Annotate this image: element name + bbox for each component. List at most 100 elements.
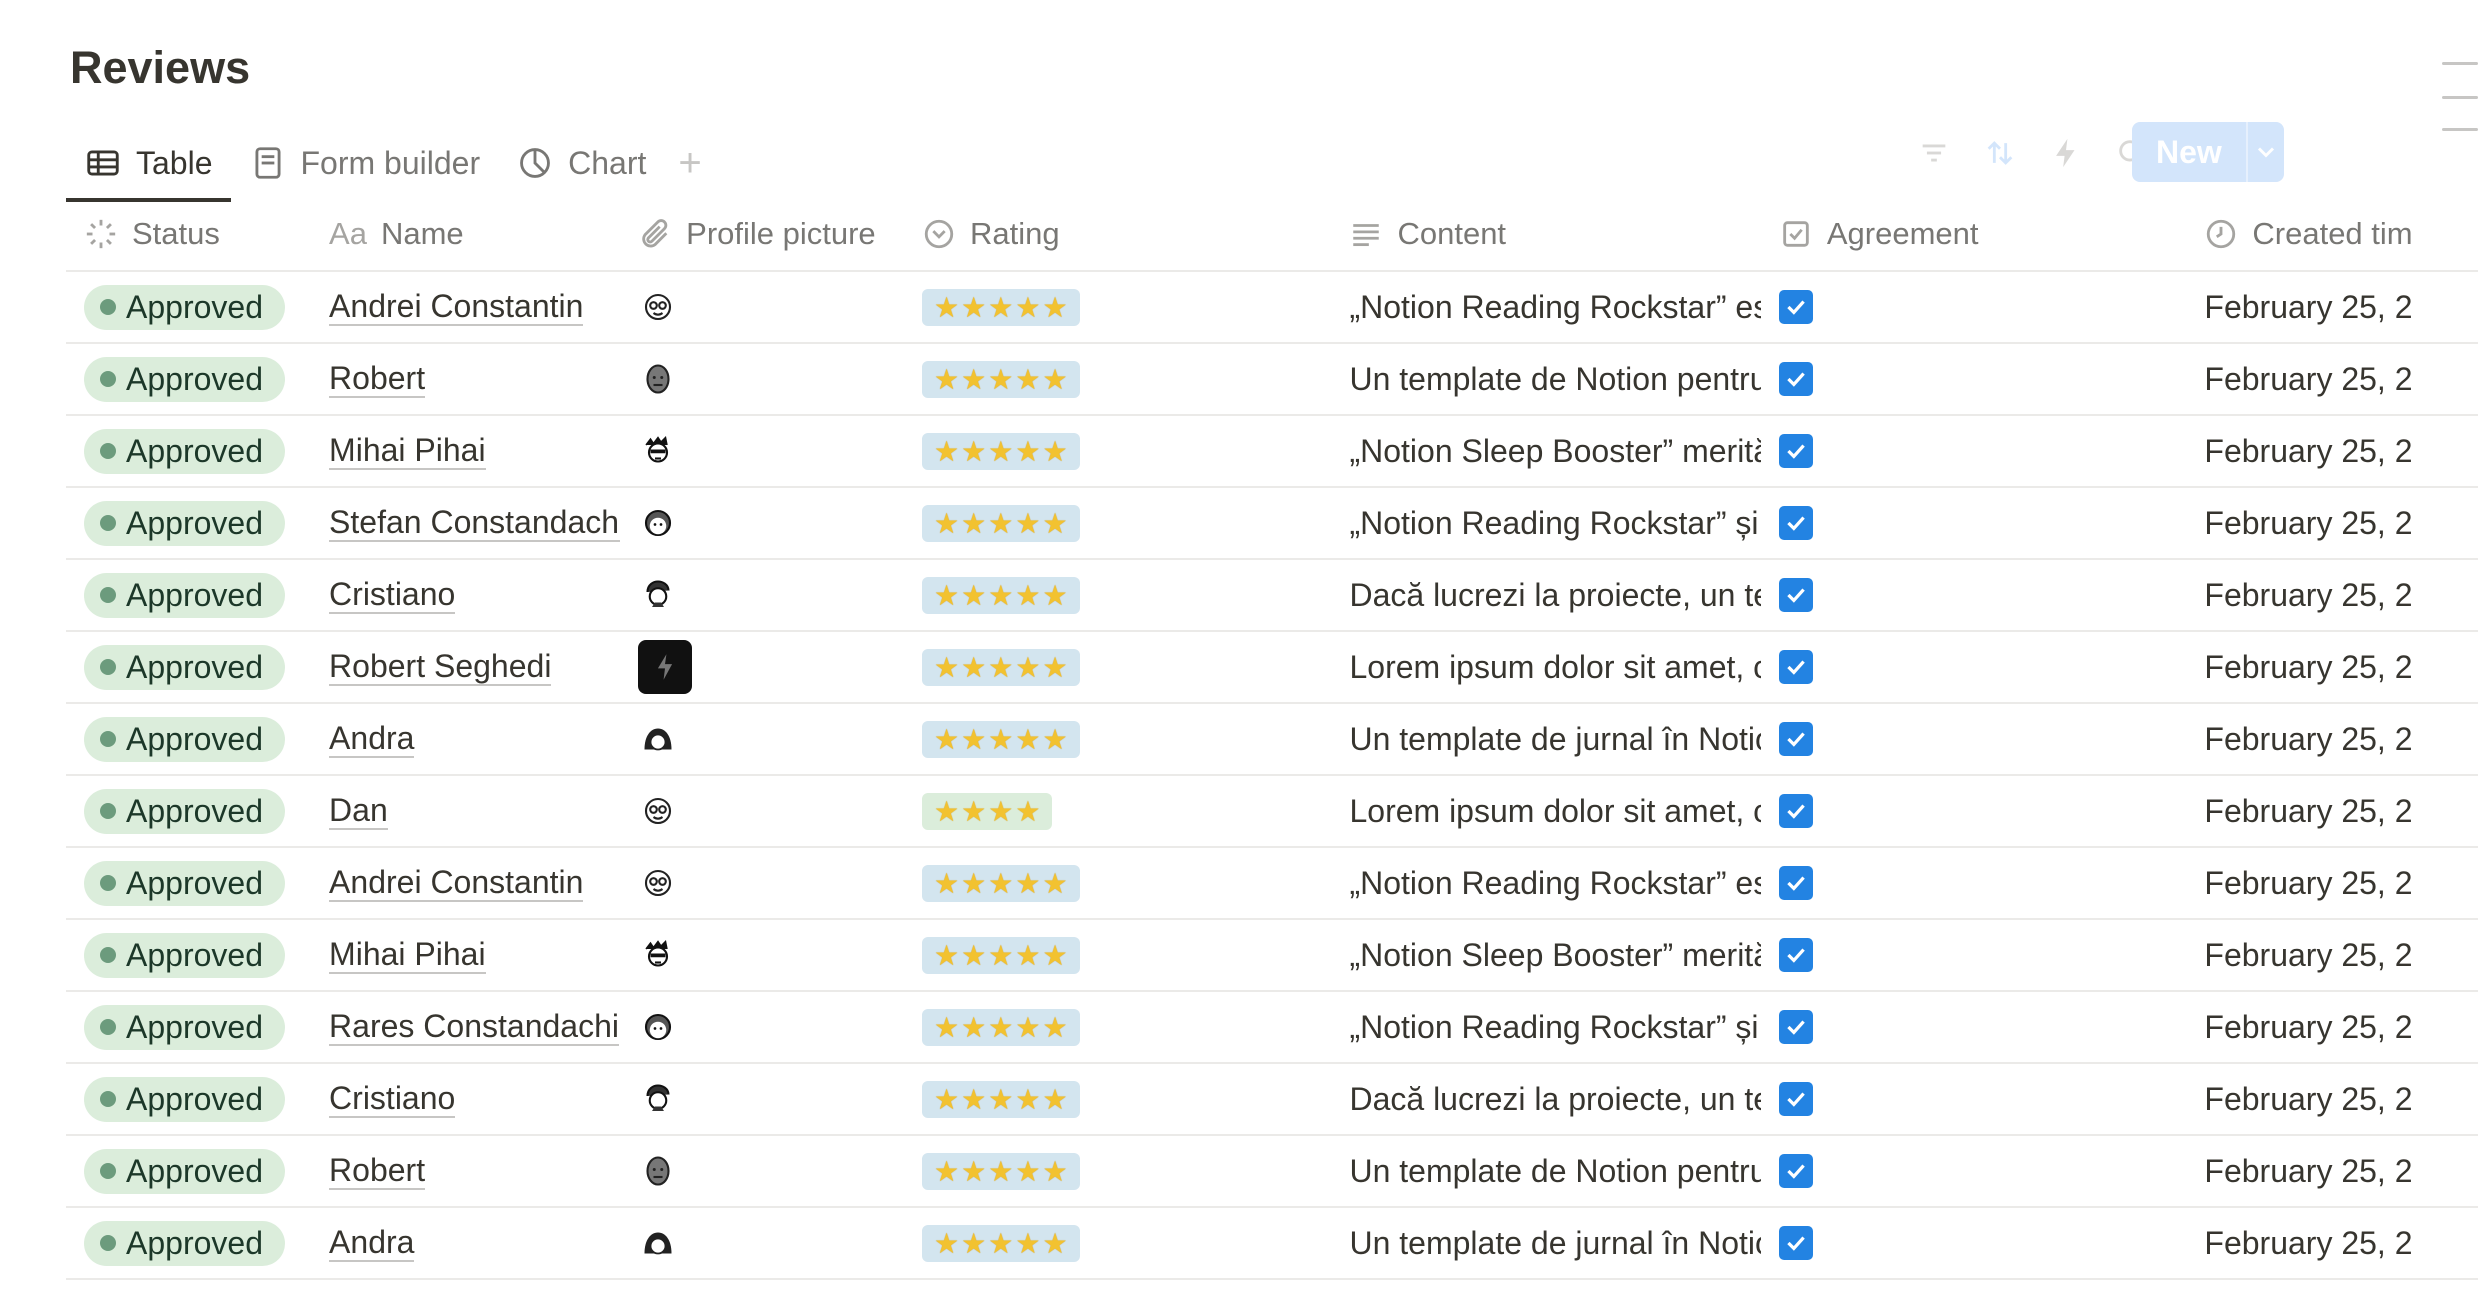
- rating-cell[interactable]: ★ ★ ★ ★ ★: [904, 920, 1331, 990]
- agreement-cell[interactable]: [1761, 416, 2187, 486]
- created-time-cell[interactable]: February 25, 2: [2186, 992, 2478, 1062]
- avatar-bald-icon[interactable]: [638, 359, 678, 399]
- status-cell[interactable]: Approved: [66, 488, 311, 558]
- status-cell[interactable]: Approved: [66, 272, 311, 342]
- status-cell[interactable]: Approved: [66, 344, 311, 414]
- created-time-cell[interactable]: February 25, 2: [2186, 704, 2478, 774]
- agreement-checkbox[interactable]: [1778, 1226, 1813, 1260]
- profile-picture-cell[interactable]: [620, 632, 904, 702]
- status-cell[interactable]: Approved: [66, 704, 311, 774]
- avatar-glasses-icon[interactable]: [638, 287, 678, 327]
- agreement-cell[interactable]: [1761, 848, 2187, 918]
- status-cell[interactable]: Approved: [66, 416, 311, 486]
- column-header-profile-picture[interactable]: Profile picture: [620, 198, 904, 270]
- table-row[interactable]: Approved Andra ★ ★ ★ ★ ★ Un template de jurnal …: [66, 1208, 2478, 1280]
- agreement-checkbox[interactable]: [1778, 938, 1813, 972]
- avatar-spiky-icon[interactable]: [638, 431, 678, 471]
- created-time-cell[interactable]: February 25, 2: [2186, 416, 2478, 486]
- reviewer-name[interactable]: Dan: [329, 792, 388, 830]
- agreement-cell[interactable]: [1761, 488, 2187, 558]
- content-cell[interactable]: Lorem ipsum dolor sit amet, c: [1331, 776, 1760, 846]
- status-cell[interactable]: Approved: [66, 1064, 311, 1134]
- rating-cell[interactable]: ★ ★ ★ ★ ★: [904, 992, 1331, 1062]
- name-cell[interactable]: Andra: [311, 704, 620, 774]
- reviewer-name[interactable]: Mihai Pihai: [329, 936, 486, 974]
- profile-picture-cell[interactable]: [620, 1064, 904, 1134]
- table-row[interactable]: Approved Robert ★ ★ ★ ★ ★ Un template de Notion…: [66, 1136, 2478, 1208]
- table-row[interactable]: Approved Andra ★ ★ ★ ★ ★ Un template de jurnal …: [66, 704, 2478, 776]
- column-header-name[interactable]: Aa Name: [311, 198, 620, 270]
- table-row[interactable]: Approved Andrei Constantin ★ ★ ★ ★ ★ „Notion Re…: [66, 848, 2478, 920]
- reviewer-name[interactable]: Andra: [329, 720, 415, 758]
- agreement-cell[interactable]: [1761, 1064, 2187, 1134]
- created-time-cell[interactable]: February 25, 2: [2186, 848, 2478, 918]
- profile-picture-cell[interactable]: [620, 416, 904, 486]
- created-time-cell[interactable]: February 25, 2: [2186, 632, 2478, 702]
- rating-cell[interactable]: ★ ★ ★ ★ ★: [904, 272, 1331, 342]
- content-cell[interactable]: Un template de Notion pentru: [1331, 344, 1760, 414]
- rating-cell[interactable]: ★ ★ ★ ★ ★: [904, 632, 1331, 702]
- agreement-checkbox[interactable]: [1778, 506, 1813, 540]
- table-row[interactable]: Approved Dan ★ ★ ★ ★ Lorem ipsum dolor sit ame…: [66, 776, 2478, 848]
- rating-cell[interactable]: ★ ★ ★ ★ ★: [904, 848, 1331, 918]
- content-cell[interactable]: Un template de jurnal în Notio: [1331, 1208, 1760, 1278]
- reviewer-name[interactable]: Andrei Constantin: [329, 288, 584, 326]
- rating-cell[interactable]: ★ ★ ★ ★ ★: [904, 1064, 1331, 1134]
- avatar-round-icon[interactable]: [638, 1007, 678, 1047]
- column-header-content[interactable]: Content: [1331, 198, 1760, 270]
- created-time-cell[interactable]: February 25, 2: [2186, 488, 2478, 558]
- content-cell[interactable]: „Notion Reading Rockstar” es: [1331, 272, 1760, 342]
- profile-picture-cell[interactable]: [620, 920, 904, 990]
- rating-cell[interactable]: ★ ★ ★ ★ ★: [904, 344, 1331, 414]
- add-view-button[interactable]: +: [664, 128, 715, 198]
- agreement-checkbox[interactable]: [1778, 1010, 1813, 1044]
- content-cell[interactable]: Dacă lucrezi la proiecte, un te: [1331, 560, 1760, 630]
- agreement-cell[interactable]: [1761, 344, 2187, 414]
- created-time-cell[interactable]: February 25, 2: [2186, 1136, 2478, 1206]
- name-cell[interactable]: Robert: [311, 344, 620, 414]
- content-cell[interactable]: Lorem ipsum dolor sit amet, c: [1331, 632, 1760, 702]
- agreement-cell[interactable]: [1761, 920, 2187, 990]
- reviewer-name[interactable]: Robert: [329, 1152, 426, 1190]
- name-cell[interactable]: Robert: [311, 1136, 620, 1206]
- new-button[interactable]: New: [2132, 122, 2284, 182]
- content-cell[interactable]: „Notion Sleep Booster” merită: [1331, 920, 1760, 990]
- table-row[interactable]: Approved Robert Seghedi ★ ★ ★ ★ ★ Lorem ipsum d…: [66, 632, 2478, 704]
- table-row[interactable]: Approved Mihai Pihai ★ ★ ★ ★ ★ „Notion Sleep Bo…: [66, 920, 2478, 992]
- profile-picture-cell[interactable]: [620, 272, 904, 342]
- column-header-status[interactable]: Status: [66, 198, 311, 270]
- name-cell[interactable]: Rares Constandachi: [311, 992, 620, 1062]
- profile-picture-cell[interactable]: [620, 1208, 904, 1278]
- name-cell[interactable]: Mihai Pihai: [311, 920, 620, 990]
- rating-cell[interactable]: ★ ★ ★ ★ ★: [904, 1208, 1331, 1278]
- name-cell[interactable]: Stefan Constandachi: [311, 488, 621, 558]
- created-time-cell[interactable]: February 25, 2: [2186, 344, 2478, 414]
- profile-picture-cell[interactable]: [620, 488, 904, 558]
- name-cell[interactable]: Cristiano: [311, 1064, 620, 1134]
- rating-cell[interactable]: ★ ★ ★ ★ ★: [904, 560, 1331, 630]
- agreement-cell[interactable]: [1761, 992, 2187, 1062]
- table-row[interactable]: Approved Stefan Constandachi ★ ★ ★ ★ ★ „Notion …: [66, 488, 2478, 560]
- agreement-checkbox[interactable]: [1778, 866, 1813, 900]
- content-cell[interactable]: Dacă lucrezi la proiecte, un te: [1331, 1064, 1760, 1134]
- name-cell[interactable]: Cristiano: [311, 560, 620, 630]
- agreement-checkbox[interactable]: [1778, 434, 1813, 468]
- avatar-round-icon[interactable]: [638, 503, 678, 543]
- table-row[interactable]: Approved Robert ★ ★ ★ ★ ★ Un template de Notion…: [66, 344, 2478, 416]
- column-header-agreement[interactable]: Agreement: [1761, 198, 2187, 270]
- agreement-checkbox[interactable]: [1778, 362, 1813, 396]
- automation-button[interactable]: [2044, 131, 2088, 175]
- status-cell[interactable]: Approved: [66, 992, 311, 1062]
- agreement-checkbox[interactable]: [1778, 1154, 1813, 1188]
- reviewer-name[interactable]: Andrei Constantin: [329, 864, 584, 902]
- profile-picture-cell[interactable]: [620, 704, 904, 774]
- table-row[interactable]: Approved Cristiano ★ ★ ★ ★ ★ Dacă lucrezi la pr…: [66, 560, 2478, 632]
- tab-form-builder[interactable]: Form builder: [231, 128, 499, 198]
- created-time-cell[interactable]: February 25, 2: [2186, 272, 2478, 342]
- rating-cell[interactable]: ★ ★ ★ ★ ★: [904, 1136, 1331, 1206]
- created-time-cell[interactable]: February 25, 2: [2186, 1208, 2478, 1278]
- avatar-hair-icon[interactable]: [638, 1223, 678, 1263]
- status-cell[interactable]: Approved: [66, 848, 311, 918]
- status-cell[interactable]: Approved: [66, 1136, 311, 1206]
- status-cell[interactable]: Approved: [66, 560, 311, 630]
